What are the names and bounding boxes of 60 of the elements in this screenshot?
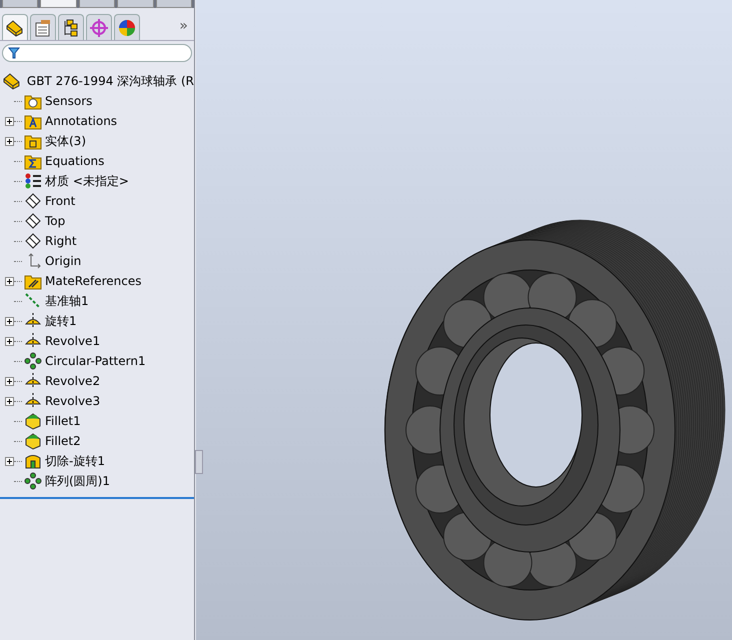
tree-item[interactable]: 旋转1 — [45, 312, 77, 330]
dimxpert-icon — [89, 18, 109, 38]
filter-icon — [8, 47, 20, 59]
tree-item[interactable]: Equations — [45, 154, 104, 168]
pattern-icon — [24, 352, 42, 370]
tree-item[interactable]: 基准轴1 — [45, 292, 89, 310]
axis-icon — [24, 292, 42, 310]
pattern-icon — [24, 472, 42, 490]
tree-item[interactable]: Revolve2 — [45, 374, 100, 388]
tree-item[interactable]: 实体(3) — [45, 132, 86, 150]
cut-icon — [24, 452, 42, 470]
revolve-icon — [24, 332, 42, 350]
material-icon — [24, 172, 42, 190]
plane-icon — [24, 212, 42, 230]
command-tab[interactable] — [78, 0, 116, 8]
expand-icon[interactable] — [5, 116, 14, 126]
expand-icon[interactable] — [5, 336, 14, 346]
panel-tab[interactable] — [2, 14, 28, 40]
plane-icon — [24, 192, 42, 210]
plane-icon — [24, 232, 42, 250]
fillet-icon — [24, 412, 42, 430]
panel-tab[interactable] — [30, 14, 56, 40]
tree-item[interactable]: MateReferences — [45, 274, 142, 288]
expand-icon[interactable] — [5, 456, 14, 466]
expand-icon[interactable] — [5, 316, 14, 326]
tree-item[interactable]: Circular-Pattern1 — [45, 354, 146, 368]
tree-item[interactable]: Front — [45, 194, 76, 208]
revolve-icon — [24, 372, 42, 390]
feature-tree-icon — [5, 18, 25, 38]
tree-item[interactable]: Revolve3 — [45, 394, 100, 408]
expand-icon[interactable] — [5, 376, 14, 386]
filter-field[interactable] — [2, 44, 192, 62]
tree-item[interactable]: 阵列(圆周)1 — [45, 472, 110, 490]
graphics-viewport[interactable] — [196, 0, 732, 640]
tree-item[interactable]: Origin — [45, 254, 82, 268]
tree-item[interactable]: Fillet1 — [45, 414, 81, 428]
tree-item[interactable]: Top — [45, 214, 66, 228]
command-tab[interactable] — [40, 0, 77, 8]
expand-icon[interactable] — [5, 276, 14, 286]
expand-icon[interactable] — [5, 396, 14, 406]
tree-item[interactable]: 材质 <未指定> — [45, 172, 129, 190]
property-icon — [33, 18, 53, 38]
panel-tab[interactable] — [114, 14, 140, 40]
expand-icon[interactable] — [5, 136, 14, 146]
tree-item[interactable]: Revolve1 — [45, 334, 100, 348]
tree-item[interactable]: Annotations — [45, 114, 118, 128]
tree-item[interactable]: Fillet2 — [45, 434, 81, 448]
more-tabs-button[interactable]: » — [179, 18, 188, 34]
tree-item[interactable]: GBT 276-1994 深沟球轴承 (R — [26, 72, 194, 90]
command-tab[interactable] — [156, 0, 192, 8]
display-icon — [117, 18, 137, 38]
fillet-icon — [24, 432, 42, 450]
revolve-icon — [24, 312, 42, 330]
tree-item[interactable]: Right — [45, 234, 77, 248]
panel-tab[interactable] — [58, 14, 84, 40]
part-icon — [2, 72, 22, 90]
splitter-handle[interactable] — [195, 450, 203, 474]
revolve-icon — [24, 392, 42, 410]
tree-item[interactable]: 切除-旋转1 — [45, 452, 105, 470]
tree-item[interactable]: Sensors — [45, 94, 92, 108]
